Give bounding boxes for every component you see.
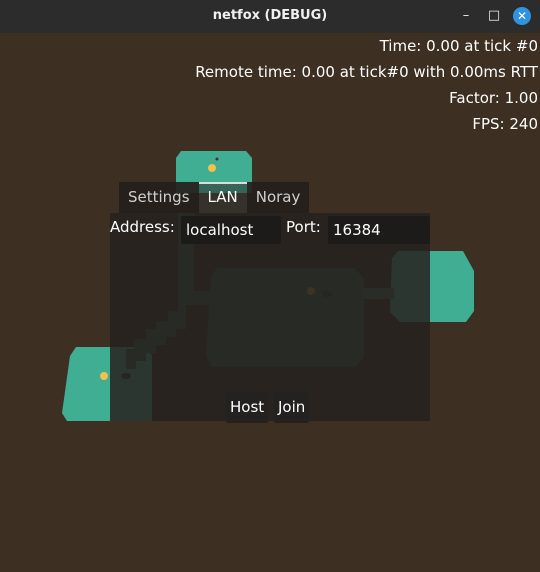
minimize-icon[interactable]: – bbox=[457, 7, 475, 25]
address-input[interactable]: localhost bbox=[181, 216, 281, 244]
game-window: netfox (DEBUG) – □ ✕ Time: 0.00 at tick … bbox=[0, 0, 540, 572]
dot-marker bbox=[215, 157, 219, 161]
maximize-icon[interactable]: □ bbox=[485, 7, 503, 25]
lan-panel: Address: localhost Port: 16384 Host Join bbox=[110, 213, 430, 423]
debug-overlay: Time: 0.00 at tick #0 Remote time: 0.00 … bbox=[195, 33, 538, 137]
tab-lan[interactable]: LAN bbox=[198, 182, 247, 213]
debug-factor: Factor: 1.00 bbox=[449, 89, 538, 107]
title-bar[interactable]: netfox (DEBUG) – □ ✕ bbox=[0, 0, 540, 33]
port-label: Port: bbox=[286, 218, 321, 236]
tab-noray[interactable]: Noray bbox=[246, 182, 310, 213]
debug-remote-time: Remote time: 0.00 at tick#0 with 0.00ms … bbox=[195, 63, 538, 81]
port-input[interactable]: 16384 bbox=[328, 216, 430, 244]
debug-time: Time: 0.00 at tick #0 bbox=[379, 37, 538, 55]
light-marker bbox=[208, 164, 216, 172]
join-button[interactable]: Join bbox=[274, 392, 310, 423]
menu-tabs: Settings LAN Noray bbox=[119, 182, 310, 213]
address-label: Address: bbox=[110, 218, 175, 236]
close-icon[interactable]: ✕ bbox=[513, 7, 531, 25]
debug-fps: FPS: 240 bbox=[472, 115, 538, 133]
host-button[interactable]: Host bbox=[226, 392, 269, 423]
light-marker bbox=[100, 372, 108, 380]
tab-settings[interactable]: Settings bbox=[119, 182, 199, 213]
